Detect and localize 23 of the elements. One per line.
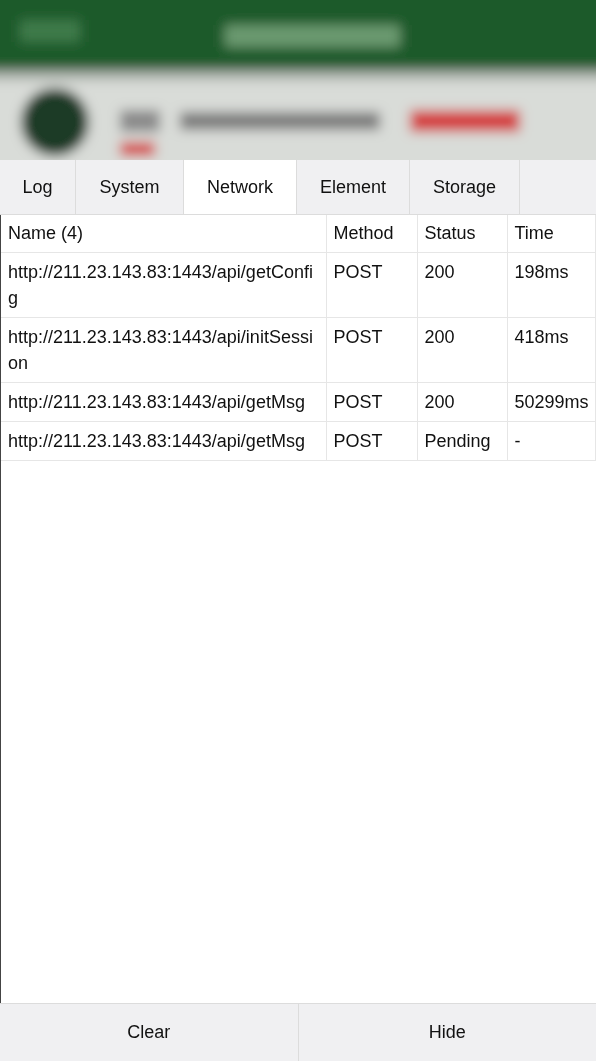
table-cell: - bbox=[507, 421, 596, 460]
table-cell: http://211.23.143.83:1443/api/initSession bbox=[1, 317, 326, 382]
table-cell: 200 bbox=[417, 252, 507, 317]
table-cell: 200 bbox=[417, 382, 507, 421]
table-cell: 200 bbox=[417, 317, 507, 382]
column-header: Status bbox=[417, 215, 507, 252]
table-cell: POST bbox=[326, 421, 417, 460]
table-cell: POST bbox=[326, 252, 417, 317]
table-cell: 50299ms bbox=[507, 382, 596, 421]
column-header: Name (4) bbox=[1, 215, 326, 252]
table-cell: POST bbox=[326, 317, 417, 382]
column-header: Method bbox=[326, 215, 417, 252]
footer-button[interactable]: Hide bbox=[297, 1004, 596, 1061]
table-cell: 198ms bbox=[507, 252, 596, 317]
table-cell: http://211.23.143.83:1443/api/getConfig bbox=[1, 252, 326, 317]
table-cell: POST bbox=[326, 382, 417, 421]
tab[interactable]: Network bbox=[184, 160, 297, 214]
table-cell: 418ms bbox=[507, 317, 596, 382]
table-cell: Pending bbox=[417, 421, 507, 460]
table-cell: http://211.23.143.83:1443/api/getMsg bbox=[1, 382, 326, 421]
table-cell: http://211.23.143.83:1443/api/getMsg bbox=[1, 421, 326, 460]
column-header: Time bbox=[507, 215, 596, 252]
footer-button[interactable]: Clear bbox=[0, 1004, 298, 1061]
